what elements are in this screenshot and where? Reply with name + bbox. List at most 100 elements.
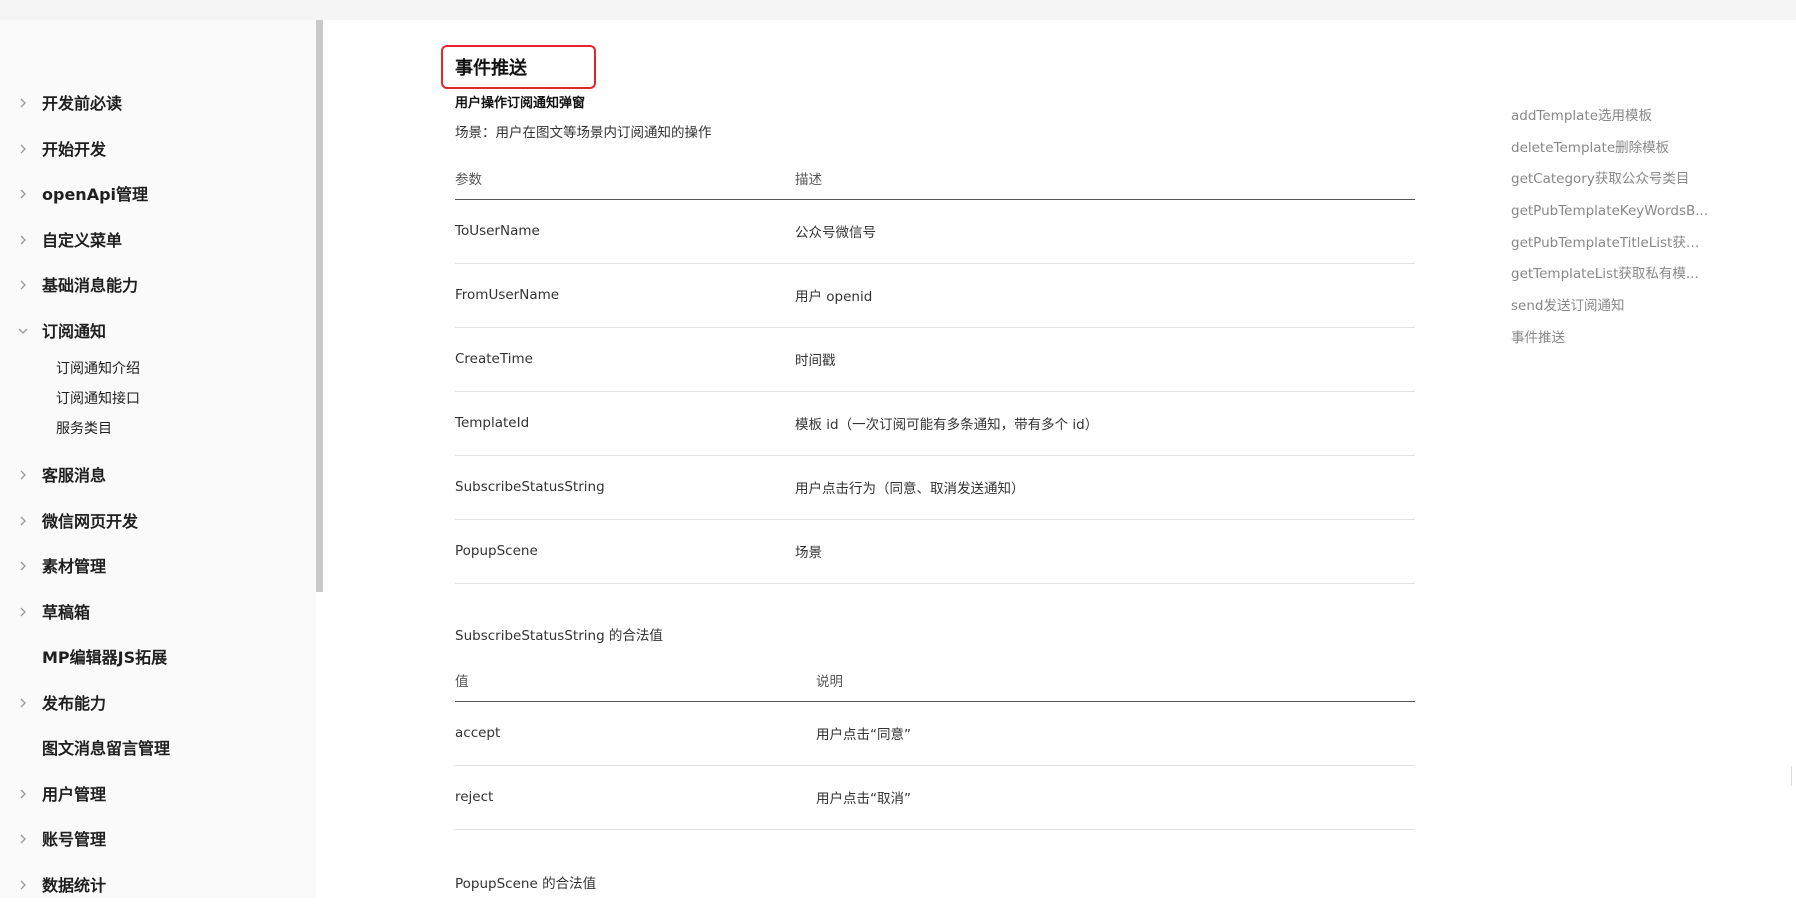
table-cell-key: CreateTime xyxy=(455,327,795,391)
table-cell-key: accept xyxy=(455,701,816,765)
column-header-value: 值 xyxy=(455,668,816,701)
sidebar-item[interactable]: 发布能力 xyxy=(0,681,310,727)
sidebar-subitem[interactable]: 服务类目 xyxy=(0,414,310,444)
status-values-table: 值 说明 accept用户点击“同意”reject用户点击“取消” xyxy=(455,668,1415,830)
sidebar-item[interactable]: MP编辑器JS拓展 xyxy=(0,635,310,681)
table-row: accept用户点击“同意” xyxy=(455,701,1415,765)
sidebar-item[interactable]: 数据统计 xyxy=(0,863,310,908)
sidebar-item[interactable]: 开发前必读 xyxy=(0,81,310,127)
table-cell-key: TemplateId xyxy=(455,391,795,455)
toc-link[interactable]: deleteTemplate删除模板 xyxy=(1511,136,1711,168)
sidebar-item[interactable]: 开始开发 xyxy=(0,127,310,173)
chevron-down-icon xyxy=(16,309,30,355)
scene-description: 场景：用户在图文等场景内订阅通知的操作 xyxy=(455,121,712,141)
sidebar-item[interactable]: 微信网页开发 xyxy=(0,499,310,545)
toc-link[interactable]: getPubTemplateKeyWordsB... xyxy=(1511,199,1711,231)
table-row: PopupScene场景 xyxy=(455,519,1415,583)
table-cell-description: 用户点击行为（同意、取消发送通知） xyxy=(795,455,1415,519)
table-row: FromUserName用户 openid xyxy=(455,263,1415,327)
toc-link[interactable]: getCategory获取公众号类目 xyxy=(1511,167,1711,199)
table-cell-description: 时间戳 xyxy=(795,327,1415,391)
sidebar-item[interactable]: 订阅通知 xyxy=(0,309,310,355)
table-cell-key: ToUserName xyxy=(455,199,795,263)
chevron-right-icon xyxy=(16,172,30,218)
sidebar-item[interactable]: 图文消息留言管理 xyxy=(0,726,310,772)
sidebar-item-label: openApi管理 xyxy=(42,185,148,204)
chevron-right-icon xyxy=(16,499,30,545)
sidebar-item[interactable]: 客服消息 xyxy=(0,453,310,499)
sidebar-item-label: 微信网页开发 xyxy=(42,512,138,531)
page-title: 事件推送 xyxy=(455,54,527,80)
toc-link[interactable]: getTemplateList获取私有模... xyxy=(1511,262,1711,294)
chevron-right-icon xyxy=(16,544,30,590)
column-header-explanation: 说明 xyxy=(816,668,1415,701)
table-cell-key: reject xyxy=(455,765,816,829)
table-cell-description: 用户点击“取消” xyxy=(816,765,1415,829)
column-header-description: 描述 xyxy=(795,158,1415,199)
sidebar-item-label: 草稿箱 xyxy=(42,603,90,622)
table-cell-description: 用户 openid xyxy=(795,263,1415,327)
sidebar-item-label: MP编辑器JS拓展 xyxy=(42,648,167,667)
sidebar-subitem[interactable]: 订阅通知介绍 xyxy=(0,354,310,384)
table-cell-key: SubscribeStatusString xyxy=(455,455,795,519)
chevron-right-icon xyxy=(16,453,30,499)
sidebar-item-label: 账号管理 xyxy=(42,830,106,849)
table-row: ToUserName公众号微信号 xyxy=(455,199,1415,263)
sidebar-item-label: 素材管理 xyxy=(42,557,106,576)
table-row: reject用户点击“取消” xyxy=(455,765,1415,829)
table-cell-description: 用户点击“同意” xyxy=(816,701,1415,765)
table-cell-description: 公众号微信号 xyxy=(795,199,1415,263)
table-header-row: 值 说明 xyxy=(455,668,1415,701)
sidebar-item-label: 基础消息能力 xyxy=(42,276,138,295)
sidebar-item[interactable]: 基础消息能力 xyxy=(0,263,310,309)
sidebar-item-label: 图文消息留言管理 xyxy=(42,739,170,758)
status-values-caption: SubscribeStatusString 的合法值 xyxy=(455,624,663,644)
column-header-param: 参数 xyxy=(455,158,795,199)
sidebar-item[interactable]: openApi管理 xyxy=(0,172,310,218)
chevron-right-icon xyxy=(16,81,30,127)
chevron-right-icon xyxy=(16,590,30,636)
page-edge-handle xyxy=(1791,766,1796,786)
table-cell-description: 模板 id（一次订阅可能有多条通知，带有多个 id） xyxy=(795,391,1415,455)
popup-scene-caption: PopupScene 的合法值 xyxy=(455,872,596,892)
chevron-right-icon xyxy=(16,218,30,264)
chevron-right-icon xyxy=(16,127,30,173)
toc-link[interactable]: send发送订阅通知 xyxy=(1511,294,1711,326)
chevron-right-icon xyxy=(16,863,30,908)
params-table: 参数 描述 ToUserName公众号微信号FromUserName用户 ope… xyxy=(455,158,1415,584)
table-cell-key: FromUserName xyxy=(455,263,795,327)
table-row: CreateTime时间戳 xyxy=(455,327,1415,391)
chevron-right-icon xyxy=(16,772,30,818)
table-of-contents: addTemplate选用模板deleteTemplate删除模板getCate… xyxy=(1511,104,1711,358)
sidebar-item[interactable]: 账号管理 xyxy=(0,817,310,863)
sidebar-item-label: 自定义菜单 xyxy=(42,231,122,250)
sidebar-item-label: 数据统计 xyxy=(42,876,106,895)
sidebar-item-label: 客服消息 xyxy=(42,466,106,485)
sidebar-scrollbar[interactable] xyxy=(316,20,323,592)
sidebar-item-label: 用户管理 xyxy=(42,785,106,804)
sidebar-item[interactable]: 自定义菜单 xyxy=(0,218,310,264)
sidebar-item[interactable]: 素材管理 xyxy=(0,544,310,590)
table-cell-description: 场景 xyxy=(795,519,1415,583)
chevron-right-icon xyxy=(16,681,30,727)
top-bar xyxy=(0,0,1796,20)
chevron-right-icon xyxy=(16,817,30,863)
sidebar-item[interactable]: 用户管理 xyxy=(0,772,310,818)
table-cell-key: PopupScene xyxy=(455,519,795,583)
sidebar-item-label: 开始开发 xyxy=(42,140,106,159)
table-header-row: 参数 描述 xyxy=(455,158,1415,199)
toc-link[interactable]: 事件推送 xyxy=(1511,326,1711,358)
sidebar-item-label: 订阅通知 xyxy=(42,322,106,341)
sidebar: 开发前必读开始开发 openApi管理自定义菜单基础消息能力订阅通知订阅通知介绍订… xyxy=(0,20,316,898)
toc-link[interactable]: getPubTemplateTitleList获取... xyxy=(1511,231,1711,263)
sidebar-nav: 开发前必读开始开发 openApi管理自定义菜单基础消息能力订阅通知订阅通知介绍订… xyxy=(0,81,310,908)
sidebar-item-label: 发布能力 xyxy=(42,694,106,713)
section-subtitle: 用户操作订阅通知弹窗 xyxy=(455,92,585,111)
table-row: TemplateId模板 id（一次订阅可能有多条通知，带有多个 id） xyxy=(455,391,1415,455)
sidebar-subnav: 订阅通知介绍订阅通知接口服务类目 xyxy=(0,354,310,453)
table-row: SubscribeStatusString用户点击行为（同意、取消发送通知） xyxy=(455,455,1415,519)
sidebar-item[interactable]: 草稿箱 xyxy=(0,590,310,636)
toc-link[interactable]: addTemplate选用模板 xyxy=(1511,104,1711,136)
sidebar-subitem[interactable]: 订阅通知接口 xyxy=(0,384,310,414)
chevron-right-icon xyxy=(16,263,30,309)
